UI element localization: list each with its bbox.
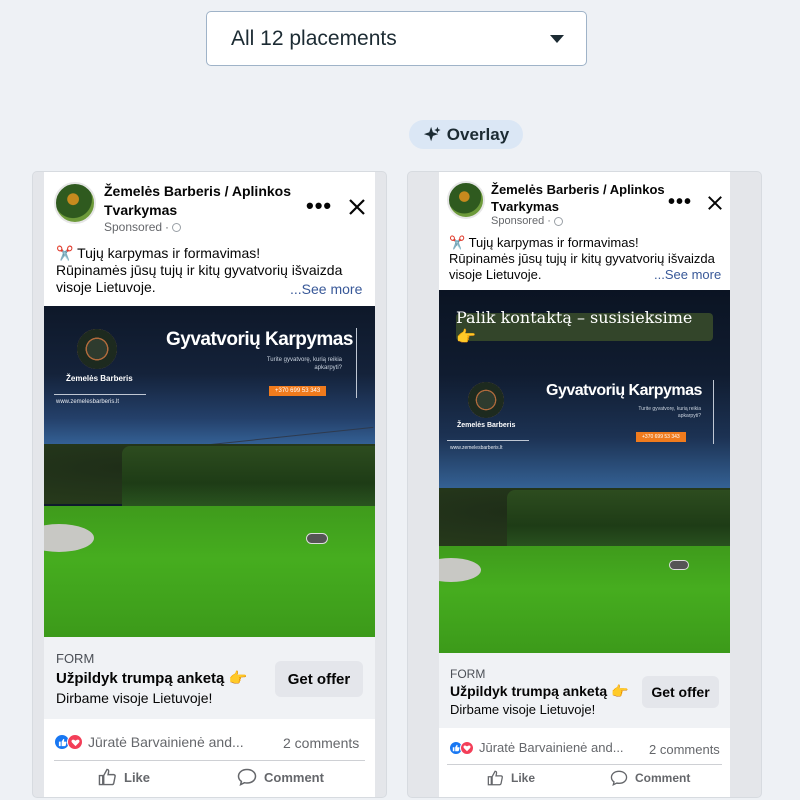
more-options-icon[interactable]: ••• [668, 192, 692, 212]
cta-section: FORM Užpildyk trumpą anketą 👉 Dirbame vi… [44, 637, 375, 719]
comment-label: Comment [635, 771, 691, 785]
close-icon[interactable] [348, 198, 366, 216]
comment-bubble-icon [610, 770, 628, 786]
reactor-names: Jūratė Barvainienė and... [479, 740, 624, 755]
form-label: FORM [450, 667, 486, 681]
cta-title: Užpildyk trumpą anketą 👉 [56, 670, 248, 687]
globe-icon [172, 222, 182, 232]
sponsored-text: Sponsored [104, 220, 163, 234]
cta-section: FORM Užpildyk trumpą anketą 👉 Dirbame vi… [439, 653, 730, 728]
robot-mower [306, 533, 328, 544]
like-label: Like [511, 771, 536, 785]
thumbs-up-icon [98, 768, 116, 786]
comment-label: Comment [264, 769, 324, 785]
overlay-badge-label: Overlay [446, 124, 510, 144]
lawn [44, 506, 375, 637]
placements-dropdown[interactable]: All 12 placements [206, 11, 587, 66]
comment-bubble-icon [237, 768, 257, 786]
post-body-line1: ✂️ Tujų karpymas ir formavimas! [449, 235, 639, 250]
more-options-icon[interactable]: ••• [306, 195, 332, 217]
brand-name: Žemelės Barberis [66, 374, 133, 383]
sponsored-label: Sponsored · [491, 215, 666, 227]
brand-name: Žemelės Barberis [457, 422, 516, 429]
divider [447, 764, 722, 765]
overlay-caption: Palik kontaktą – susisieksime 👉 [456, 308, 713, 346]
placements-dropdown-label: All 12 placements [231, 26, 397, 50]
phone-badge: +370 699 53 343 [269, 386, 327, 396]
thumbs-up-icon [487, 770, 503, 786]
site-url: www.zemelesbarberis.lt [56, 399, 120, 405]
creative-headline: Gyvatvorių Karpymas [546, 382, 702, 399]
sponsored-text: Sponsored [491, 215, 545, 227]
avatar[interactable] [447, 181, 485, 219]
overlay-badge: Overlay [409, 120, 523, 149]
hedge [122, 446, 375, 508]
cta-subtitle: Dirbame visoje Lietuvoje! [56, 690, 213, 706]
page-name[interactable]: Žemelės Barberis / Aplinkos Tvarkymas [491, 181, 666, 215]
reactions-row[interactable]: Jūratė Barvainienė and... [449, 740, 629, 755]
divider-line [356, 328, 357, 398]
post-header: Žemelės Barberis / Aplinkos Tvarkymas Sp… [447, 181, 666, 227]
globe-icon [553, 216, 563, 226]
cta-subtitle: Dirbame visoje Lietuvoje! [450, 702, 596, 717]
cta-title: Užpildyk trumpą anketą 👉 [450, 683, 629, 699]
comments-count[interactable]: 2 comments [283, 735, 359, 751]
comment-button[interactable]: Comment [237, 768, 324, 786]
site-url: www.zemelesbarberis.lt [450, 445, 503, 451]
divider-line [54, 394, 146, 395]
form-label: FORM [56, 651, 95, 666]
see-more-link[interactable]: ...See more [652, 267, 722, 282]
ad-card-feed: Žemelės Barberis / Aplinkos Tvarkymas Sp… [44, 172, 375, 797]
post-body-line1: ✂️ Tujų karpymas ir formavimas! [56, 245, 261, 261]
post-header: Žemelės Barberis / Aplinkos Tvarkymas Sp… [54, 182, 304, 234]
brand-logo [468, 382, 504, 418]
close-icon[interactable] [707, 195, 723, 211]
brand-logo [77, 329, 117, 369]
divider-line [447, 440, 529, 441]
see-more-link[interactable]: ...See more [288, 281, 363, 297]
ad-creative-image[interactable]: Žemelės Barberis www.zemelesbarberis.lt … [44, 306, 375, 637]
reactions-row[interactable]: Jūratė Barvainienė and... [54, 734, 264, 750]
creative-headline: Gyvatvorių Karpymas [166, 329, 353, 350]
chevron-down-icon [550, 34, 564, 43]
divider [54, 760, 365, 761]
like-label: Like [124, 769, 151, 785]
creative-subline: Turite gyvatvorę, kurią reikia apkarpyti… [638, 406, 701, 419]
reactor-names: Jūratė Barvainienė and... [88, 734, 244, 750]
phone-badge: +370 699 53 343 [636, 432, 686, 442]
get-offer-button[interactable]: Get offer [275, 661, 363, 697]
love-reaction-icon [67, 734, 83, 750]
ad-creative-image[interactable]: Palik kontaktą – susisieksime 👉 Žemelės … [439, 290, 730, 653]
page-name[interactable]: Žemelės Barberis / Aplinkos Tvarkymas [104, 182, 304, 220]
love-reaction-icon [460, 740, 474, 755]
sparkle-icon [423, 126, 441, 141]
creative-subline: Turite gyvatvorę, kurią reikia apkarpyti… [266, 357, 342, 371]
like-button[interactable]: Like [98, 768, 150, 786]
robot-mower [669, 560, 689, 570]
ad-card-overlay: Žemelės Barberis / Aplinkos Tvarkymas Sp… [439, 172, 730, 797]
comments-count[interactable]: 2 comments [649, 742, 720, 757]
sponsored-label: Sponsored · [104, 220, 304, 234]
like-button[interactable]: Like [487, 770, 535, 786]
avatar[interactable] [54, 182, 96, 224]
divider-line [713, 380, 714, 444]
hedge [507, 490, 730, 550]
comment-button[interactable]: Comment [610, 770, 690, 786]
get-offer-button[interactable]: Get offer [642, 676, 719, 708]
